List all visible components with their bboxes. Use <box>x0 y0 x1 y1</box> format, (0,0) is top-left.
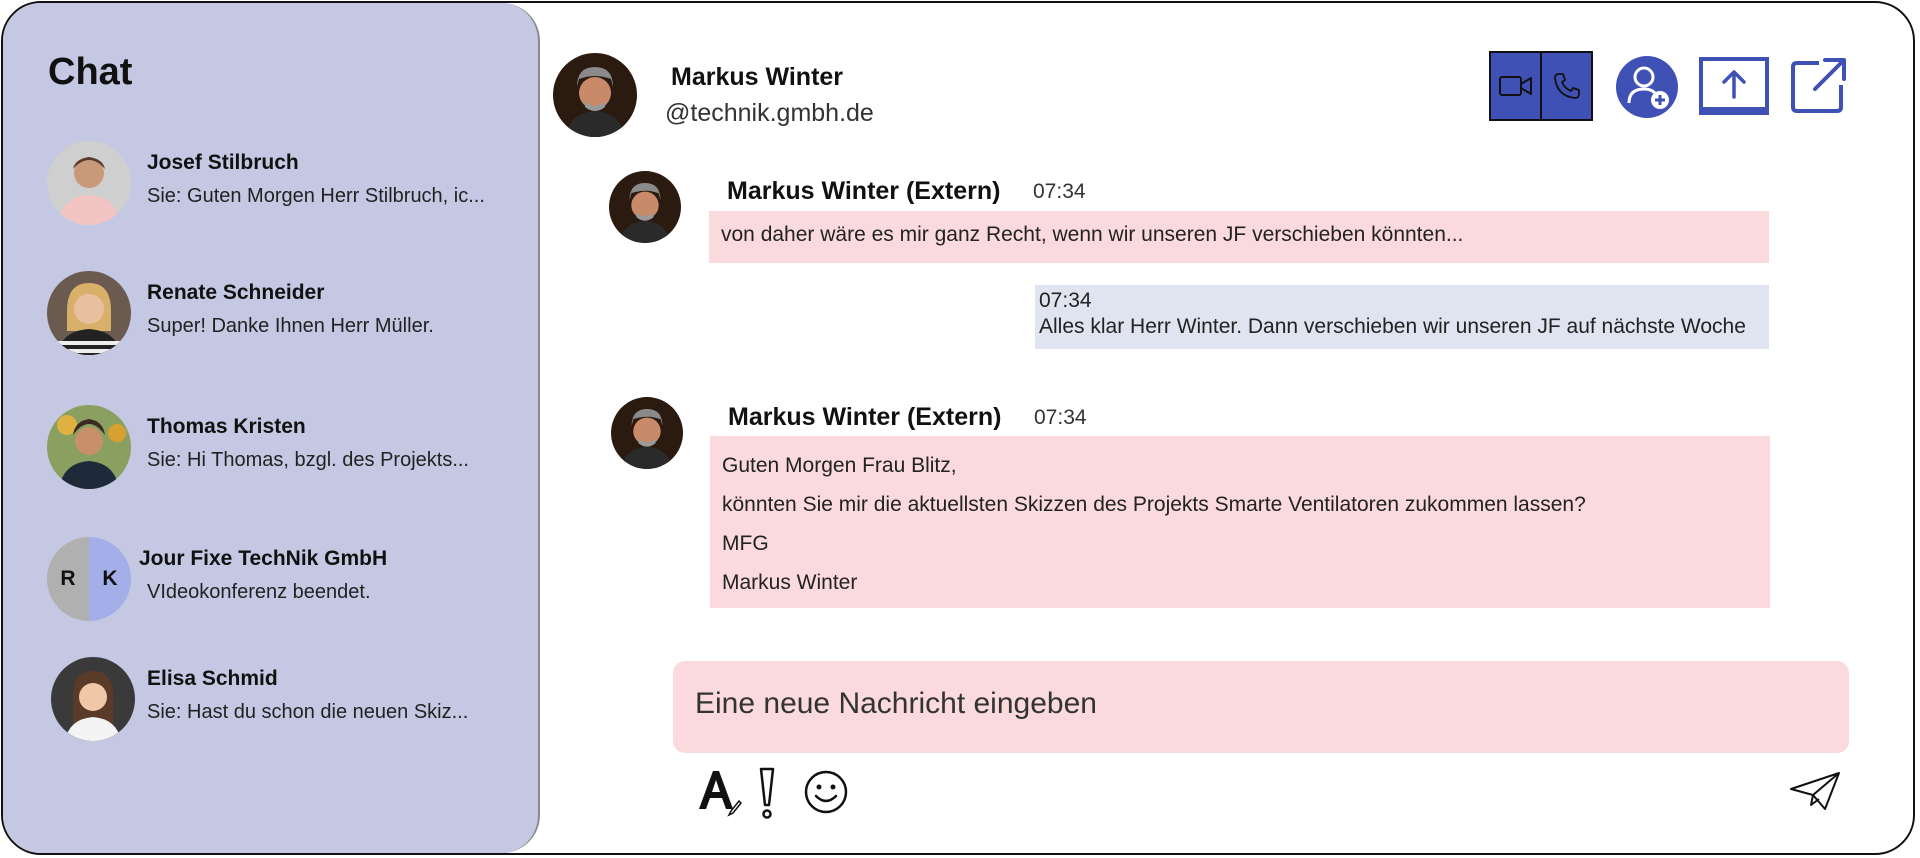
video-call-button[interactable] <box>1491 53 1540 119</box>
chat-item-elisa-schmid[interactable]: Elisa Schmid Sie: Hast du schon die neue… <box>47 657 517 747</box>
avatar <box>47 141 131 225</box>
share-screen-icon <box>1699 57 1769 115</box>
send-button[interactable] <box>1789 771 1841 811</box>
important-button[interactable] <box>755 765 779 821</box>
message-time: 07:34 <box>1034 406 1087 429</box>
chat-item-preview: Super! Danke Ihnen Herr Müller. <box>147 315 434 337</box>
chat-sidebar: Chat Josef Stilbruch Sie: Guten Morgen H… <box>3 3 540 853</box>
message-line: Markus Winter <box>722 571 858 594</box>
phone-call-button[interactable] <box>1540 53 1591 119</box>
chat-item-preview: Sie: Hast du schon die neuen Skiz... <box>147 701 469 723</box>
video-call-icon <box>1498 74 1533 98</box>
message-time: 07:34 <box>1033 180 1086 203</box>
avatar <box>51 657 135 741</box>
message-sender: Markus Winter (Extern) <box>728 403 1002 431</box>
chat-item-name: Jour Fixe TechNik GmbH <box>139 547 388 570</box>
chat-item-thomas-kristen[interactable]: Thomas Kristen Sie: Hi Thomas, bzgl. des… <box>47 405 517 495</box>
add-person-icon <box>1615 55 1679 119</box>
contact-name: Markus Winter <box>671 63 844 91</box>
message-bubble-incoming: Guten Morgen Frau Blitz, könnten Sie mir… <box>710 436 1770 608</box>
contact-handle: @technik.gmbh.de <box>665 99 874 127</box>
avatar-initial-k: K <box>89 537 131 621</box>
share-screen-button[interactable] <box>1699 57 1769 115</box>
sender-avatar <box>611 397 683 469</box>
chat-item-renate-schneider[interactable]: Renate Schneider Super! Danke Ihnen Herr… <box>47 271 517 361</box>
chat-item-jour-fixe-technik-gmbh[interactable]: R K Jour Fixe TechNik GmbH VIdeokonferen… <box>47 537 517 627</box>
contact-avatar[interactable] <box>553 53 637 137</box>
message-bubble-outgoing: 07:34 Alles klar Herr Winter. Dann versc… <box>1035 285 1769 349</box>
message-input[interactable]: Eine neue Nachricht eingeben <box>673 661 1849 753</box>
chat-item-preview: VIdeokonferenz beendet. <box>147 581 371 603</box>
call-button-group <box>1489 51 1593 121</box>
format-text-icon <box>697 767 743 817</box>
emoji-icon <box>803 769 849 815</box>
message-line: MFG <box>722 532 769 555</box>
message-text: Alles klar Herr Winter. Dann verschieben… <box>1039 315 1746 338</box>
chat-item-name: Elisa Schmid <box>147 667 278 690</box>
chat-item-preview: Sie: Guten Morgen Herr Stilbruch, ic... <box>147 185 485 207</box>
chat-item-name: Josef Stilbruch <box>147 151 299 174</box>
pop-out-icon <box>1789 55 1849 115</box>
message-text: von daher wäre es mir ganz Recht, wenn w… <box>721 223 1464 246</box>
group-avatar: R K <box>47 537 131 621</box>
avatar <box>47 405 131 489</box>
avatar-initial-r: R <box>47 537 89 621</box>
message-input-placeholder: Eine neue Nachricht eingeben <box>695 687 1097 720</box>
pop-out-button[interactable] <box>1789 55 1849 115</box>
message-sender: Markus Winter (Extern) <box>727 177 1001 205</box>
format-text-button[interactable] <box>697 767 743 817</box>
important-icon <box>755 765 779 821</box>
add-person-button[interactable] <box>1615 55 1679 119</box>
emoji-button[interactable] <box>803 769 849 815</box>
message-bubble-incoming: von daher wäre es mir ganz Recht, wenn w… <box>709 211 1769 263</box>
chat-item-name: Thomas Kristen <box>147 415 306 438</box>
chat-item-preview: Sie: Hi Thomas, bzgl. des Projekts... <box>147 449 469 471</box>
message-line: Guten Morgen Frau Blitz, <box>722 454 957 477</box>
avatar <box>47 271 131 355</box>
sidebar-title: Chat <box>48 51 133 93</box>
chat-window: Chat Josef Stilbruch Sie: Guten Morgen H… <box>1 1 1915 855</box>
sender-avatar <box>609 171 681 243</box>
send-icon <box>1789 771 1841 811</box>
phone-call-icon <box>1552 71 1582 101</box>
chat-item-name: Renate Schneider <box>147 281 325 304</box>
message-line: könnten Sie mir die aktuellsten Skizzen … <box>722 493 1586 516</box>
message-time: 07:34 <box>1039 289 1092 312</box>
chat-item-josef-stilbruch[interactable]: Josef Stilbruch Sie: Guten Morgen Herr S… <box>47 141 517 231</box>
